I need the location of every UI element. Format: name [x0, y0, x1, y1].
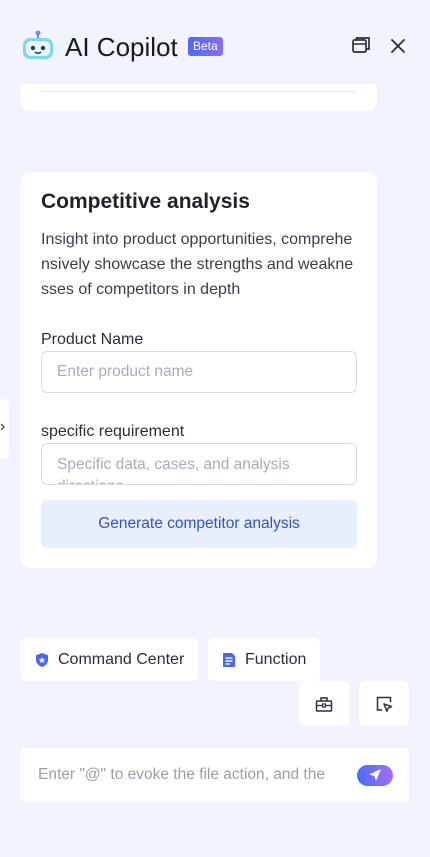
shield-icon — [34, 652, 50, 668]
toolbox-icon — [315, 697, 333, 712]
expand-side-panel-button[interactable]: › — [0, 399, 9, 459]
product-name-label: Product Name — [41, 331, 144, 348]
chevron-right-icon: › — [0, 418, 6, 435]
composer — [21, 748, 409, 802]
previous-card — [21, 84, 377, 111]
product-name-input[interactable] — [42, 352, 356, 392]
competitive-analysis-card: Competitive analysis Insight into produc… — [21, 172, 377, 568]
product-name-field[interactable] — [41, 351, 357, 393]
toolbox-button[interactable] — [299, 681, 349, 726]
card-description: Insight into product opportunities, comp… — [41, 231, 354, 298]
send-button[interactable] — [357, 765, 393, 786]
function-button[interactable]: Function — [208, 638, 320, 681]
app-title: AI Copilot — [65, 32, 178, 62]
window-icon[interactable] — [350, 35, 372, 57]
requirement-field[interactable] — [41, 443, 357, 485]
header: AI Copilot Beta — [0, 0, 430, 94]
divider — [41, 91, 357, 92]
robot-logo-icon — [21, 30, 55, 62]
send-icon — [369, 769, 381, 781]
requirement-label: specific requirement — [41, 423, 185, 440]
beta-badge: Beta — [188, 37, 223, 56]
select-element-button[interactable] — [359, 681, 409, 726]
document-icon — [221, 652, 237, 668]
select-pointer-icon — [376, 696, 393, 712]
close-icon[interactable] — [387, 35, 409, 57]
requirement-input[interactable] — [42, 444, 356, 484]
command-center-label: Command Center — [58, 650, 185, 668]
command-center-button[interactable]: Command Center — [21, 638, 198, 681]
function-label: Function — [245, 650, 307, 668]
card-title: Competitive analysis — [41, 190, 250, 213]
message-input[interactable] — [21, 748, 351, 802]
generate-competitor-analysis-button[interactable]: Generate competitor analysis — [41, 500, 357, 548]
